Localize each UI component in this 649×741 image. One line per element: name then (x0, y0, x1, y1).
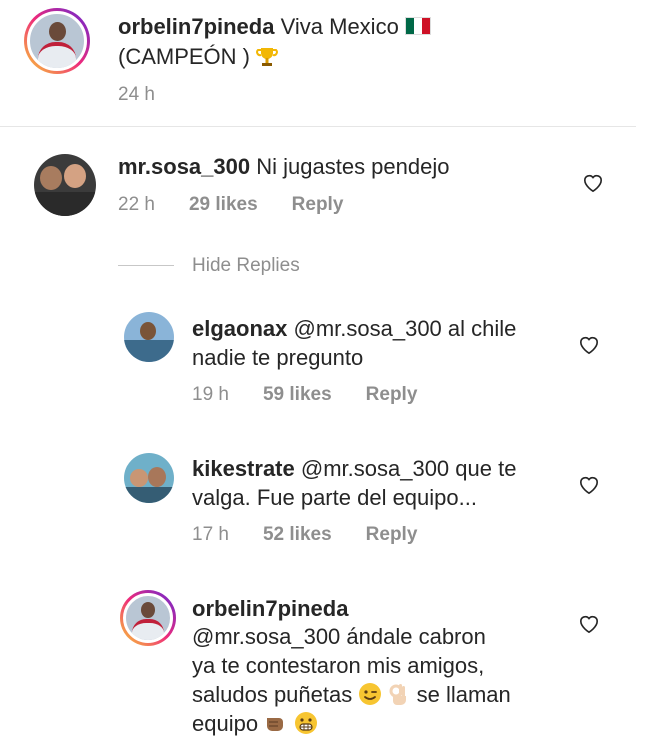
reply-1-meta: 19 h 59 likes Reply (192, 384, 418, 405)
heart-icon[interactable] (578, 614, 600, 634)
mexico-flag-icon (404, 17, 431, 35)
reply-username[interactable]: kikestrate (192, 456, 295, 481)
commenter-avatar[interactable] (34, 154, 96, 216)
reply-likes[interactable]: 52 likes (263, 524, 332, 545)
heart-icon[interactable] (578, 475, 600, 495)
reply-avatar[interactable] (124, 453, 174, 503)
divider (0, 126, 636, 127)
trophy-icon (256, 48, 278, 66)
post-caption-text: Viva Mexico (280, 14, 399, 39)
post-timestamp: 24 h (118, 84, 155, 105)
post-caption-line-1: orbelin7pineda Viva Mexico (118, 12, 431, 42)
reply-username[interactable]: elgaonax (192, 316, 287, 341)
ok-hand-icon (389, 684, 407, 705)
reply-likes[interactable]: 59 likes (263, 384, 332, 405)
reply-3-text-line-1: @mr.sosa_300 ándale cabron (192, 624, 486, 649)
hide-replies-button[interactable]: Hide Replies (192, 255, 300, 277)
post-caption-line-2: (CAMPEÓN ) (118, 42, 278, 72)
comment-text: mr.sosa_300 Ni jugastes pendejo (118, 154, 450, 179)
reply-avatar[interactable] (124, 312, 174, 362)
post-author-avatar[interactable] (24, 8, 90, 74)
wink-emoji-icon (359, 683, 382, 705)
reply-1-text-line-2: nadie te pregunto (192, 345, 364, 370)
reply-3-text-line-4: equipo (192, 709, 318, 739)
reply-3-username-line: orbelin7pineda (192, 594, 348, 624)
heart-icon[interactable] (582, 173, 604, 193)
comment-meta: 22 h 29 likes Reply (118, 194, 343, 216)
commenter-username[interactable]: mr.sosa_300 (118, 154, 250, 179)
fist-bump-icon (267, 718, 284, 731)
grimace-emoji-icon (295, 712, 318, 734)
comment-likes[interactable]: 29 likes (189, 194, 258, 215)
reply-1-text-line-1: elgaonax @mr.sosa_300 al chile (192, 316, 517, 341)
reply-2-text-line-1: kikestrate @mr.sosa_300 que te (192, 456, 517, 481)
reply-button[interactable]: Reply (366, 524, 418, 545)
comment-timestamp: 22 h (118, 194, 155, 215)
reply-3-text-line-3: saludos puñetas se llaman (192, 682, 511, 707)
heart-icon[interactable] (578, 335, 600, 355)
reply-3-text-line-2: ya te contestaron mis amigos, (192, 653, 485, 678)
replies-divider (118, 265, 174, 266)
comment-reply-button[interactable]: Reply (292, 194, 344, 215)
post-author-username[interactable]: orbelin7pineda (118, 14, 274, 39)
reply-2-text-line-2: valga. Fue parte del equipo... (192, 485, 477, 510)
reply-2-meta: 17 h 52 likes Reply (192, 524, 418, 545)
reply-username[interactable]: orbelin7pineda (192, 596, 348, 621)
reply-author-avatar[interactable] (120, 590, 176, 646)
reply-button[interactable]: Reply (366, 384, 418, 405)
